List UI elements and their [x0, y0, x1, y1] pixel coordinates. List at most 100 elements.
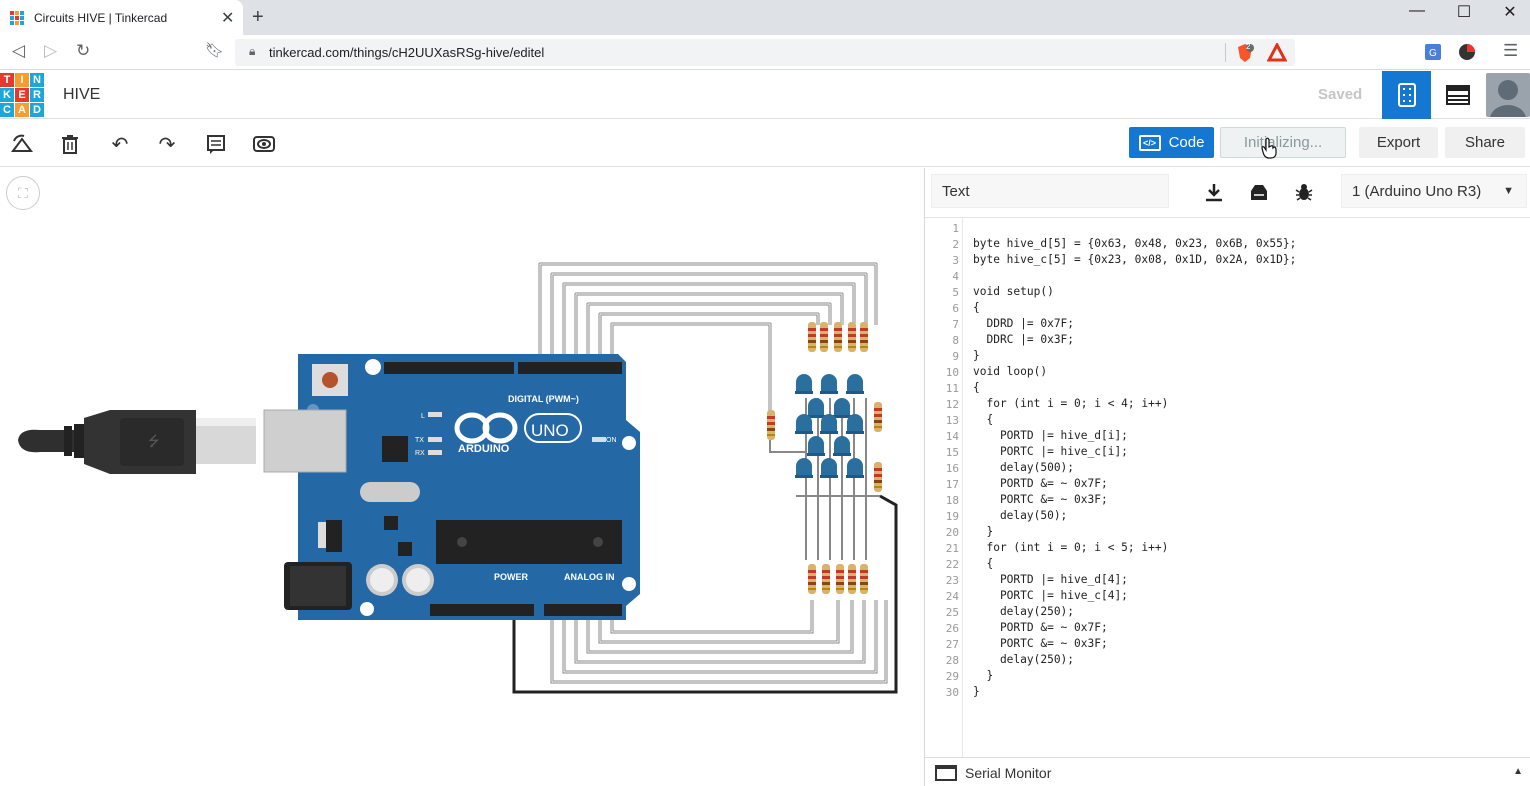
resistor[interactable]: [822, 564, 830, 594]
delete-icon[interactable]: [57, 131, 83, 157]
led[interactable]: [833, 398, 851, 418]
debugger-icon[interactable]: [1285, 177, 1323, 207]
brave-rewards-icon[interactable]: [1267, 43, 1287, 63]
start-simulation-button[interactable]: Initializing...: [1220, 127, 1346, 158]
browser-tab[interactable]: Circuits HIVE | Tinkercad ✕: [0, 0, 243, 35]
share-button[interactable]: Share: [1445, 127, 1525, 158]
undo-icon[interactable]: ↶: [107, 131, 133, 157]
extension-icon[interactable]: [1458, 43, 1476, 61]
component-list-button[interactable]: [1434, 71, 1482, 119]
tinkercad-logo[interactable]: TIN KER CAD: [0, 73, 44, 117]
circuit-view-button[interactable]: [1382, 71, 1431, 119]
code-line: for (int i = 0; i < 4; i++): [973, 397, 1169, 410]
maximize-button[interactable]: ☐: [1454, 2, 1474, 22]
code-editor[interactable]: 1 2 3 4 5 6 7 8 9 10 11 12 13 14 15 16 17 18 19 20 21 22 23 24 2…: [925, 217, 1530, 758]
design-title[interactable]: HIVE: [63, 86, 100, 104]
code-mode-select[interactable]: Text: [931, 174, 1169, 208]
code-line: {: [973, 301, 980, 314]
on-label: ON: [606, 437, 617, 444]
close-tab-icon[interactable]: ✕: [221, 8, 234, 28]
tx-label: TX: [415, 437, 424, 444]
arduino-uno-board[interactable]: ARDUINO UNO DIGITAL (PWM~) POWER ANALOG …: [263, 354, 640, 620]
resistor[interactable]: [874, 402, 882, 432]
resistor[interactable]: [874, 462, 882, 492]
resistor[interactable]: [808, 564, 816, 594]
device-select[interactable]: 1 (Arduino Uno R3) ▼: [1341, 174, 1527, 208]
code-line: DDRD |= 0x7F;: [973, 317, 1075, 330]
line-number: 3: [952, 254, 959, 267]
serial-monitor-label: Serial Monitor: [965, 765, 1052, 781]
line-number: 13: [945, 414, 959, 427]
new-tab-button[interactable]: +: [252, 6, 264, 29]
redo-icon[interactable]: ↷: [154, 131, 180, 157]
tinkercad-favicon-icon: [10, 11, 24, 25]
resistor[interactable]: [836, 564, 844, 594]
export-button[interactable]: Export: [1359, 127, 1438, 158]
resistor[interactable]: [767, 410, 775, 440]
led[interactable]: [807, 436, 825, 456]
code-line: DDRC |= 0x3F;: [973, 333, 1075, 346]
led[interactable]: [820, 458, 838, 478]
url-input[interactable]: 🔒︎ tinkercad.com/things/cH2UUXasRSg-hive…: [235, 39, 1295, 66]
line-number: 5: [952, 286, 959, 299]
code-line: {: [973, 381, 980, 394]
logo-letter: C: [0, 103, 14, 117]
led[interactable]: [846, 374, 864, 394]
minimize-button[interactable]: —: [1407, 2, 1427, 20]
digital-label: DIGITAL (PWM~): [508, 394, 579, 404]
download-icon[interactable]: [1195, 177, 1233, 207]
brave-shield-icon[interactable]: [1235, 43, 1255, 63]
code-button[interactable]: </> Code: [1129, 127, 1214, 158]
led[interactable]: [795, 374, 813, 394]
close-window-button[interactable]: ✕: [1500, 2, 1520, 22]
led-matrix[interactable]: [795, 374, 864, 478]
resistor[interactable]: [860, 322, 868, 352]
rotate-icon[interactable]: [9, 131, 35, 157]
resistor[interactable]: [860, 564, 868, 594]
visibility-icon[interactable]: [251, 131, 277, 157]
logo-letter: I: [15, 73, 29, 87]
code-line: PORTC |= hive_c[4];: [973, 589, 1128, 602]
resistor[interactable]: [808, 322, 816, 352]
code-line: delay(500);: [973, 461, 1075, 474]
serial-monitor-bar[interactable]: Serial Monitor ▲: [925, 757, 1530, 786]
back-icon[interactable]: ◁: [12, 41, 25, 61]
code-mode-label: Text: [942, 183, 970, 200]
forward-icon[interactable]: ▷: [44, 41, 57, 61]
bookmark-icon[interactable]: 🔖︎: [205, 41, 224, 59]
address-bar: ◁ ▷ ↻ 🔖︎ 🔒︎ tinkercad.com/things/cH2UUXa…: [0, 35, 1530, 70]
resistor[interactable]: [848, 564, 856, 594]
editor-toolbar: ↶ ↷ </> Code Initializing... Export Shar…: [0, 120, 1530, 167]
led[interactable]: [820, 374, 838, 394]
menu-icon[interactable]: ☰: [1503, 41, 1518, 61]
translate-icon[interactable]: G: [1424, 43, 1442, 61]
resistor[interactable]: [848, 322, 856, 352]
usb-cable[interactable]: ⭍: [18, 410, 256, 474]
line-number: 12: [945, 398, 959, 411]
code-button-label: Code: [1168, 134, 1205, 151]
code-line: }: [973, 525, 994, 538]
resistor[interactable]: [820, 322, 828, 352]
led[interactable]: [807, 398, 825, 418]
circuit-canvas[interactable]: ⛶ ⭍ ARDUINO UNO DIGITAL (PWM~) POWER ANA…: [0, 168, 924, 786]
resistors-bottom[interactable]: [808, 564, 868, 594]
resistors-top[interactable]: [808, 322, 868, 352]
line-number: 17: [945, 478, 959, 491]
code-line: PORTC &= ~ 0x3F;: [973, 493, 1108, 506]
led[interactable]: [833, 436, 851, 456]
chevron-up-icon[interactable]: ▲: [1513, 766, 1523, 777]
led[interactable]: [846, 458, 864, 478]
libraries-icon[interactable]: [1240, 177, 1278, 207]
divider: [1225, 43, 1226, 62]
code-line: PORTC &= ~ 0x3F;: [973, 637, 1108, 650]
avatar[interactable]: [1486, 73, 1530, 117]
line-number: 16: [945, 462, 959, 475]
code-line: }: [973, 685, 980, 698]
share-label: Share: [1464, 134, 1506, 151]
reload-icon[interactable]: ↻: [76, 41, 90, 61]
notes-icon[interactable]: [203, 131, 229, 157]
line-number: 25: [945, 606, 959, 619]
tab-title: Circuits HIVE | Tinkercad: [34, 11, 168, 25]
led[interactable]: [795, 458, 813, 478]
resistor[interactable]: [834, 322, 842, 352]
